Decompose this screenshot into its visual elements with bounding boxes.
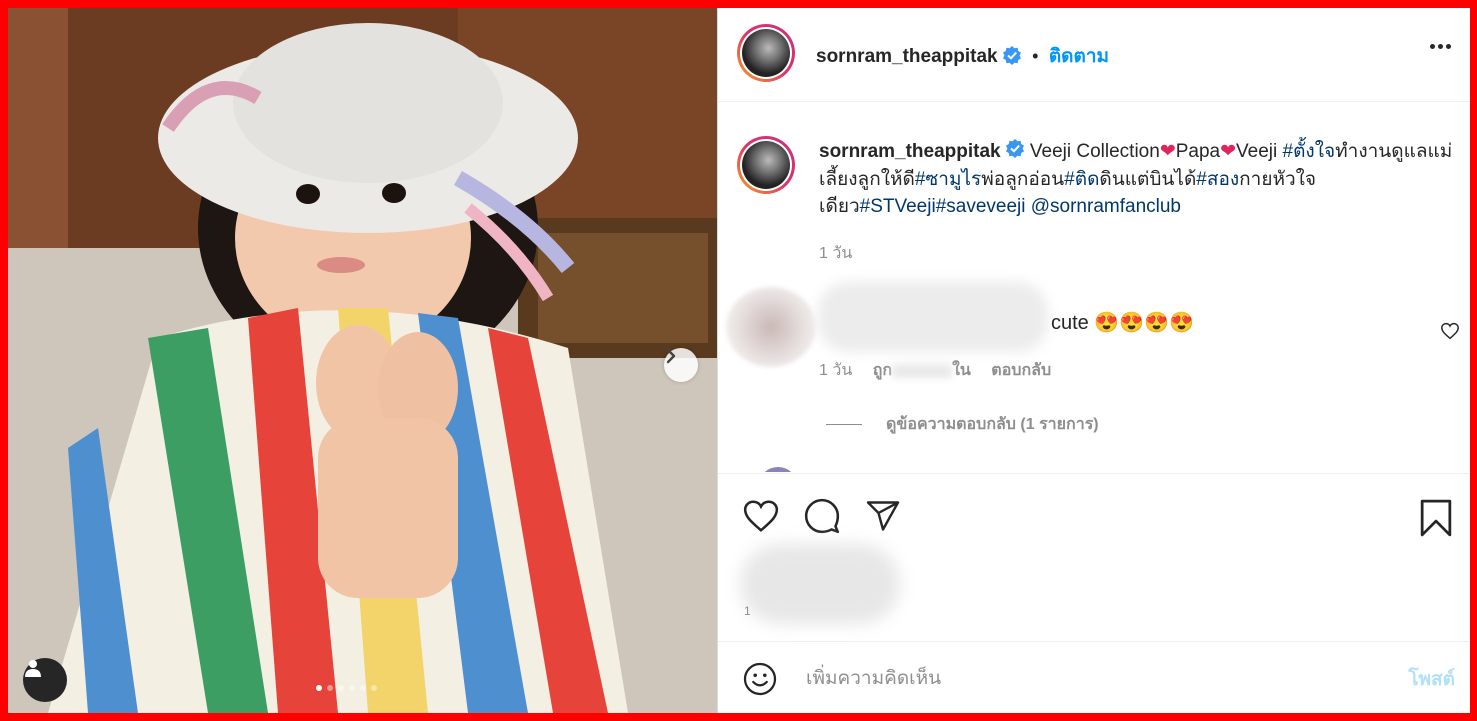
share-button[interactable] bbox=[864, 498, 902, 539]
carousel-dot bbox=[360, 685, 366, 691]
view-replies-button[interactable]: ดูข้อความตอบกลับ (1 รายการ) bbox=[826, 412, 1099, 437]
user-tag-icon bbox=[25, 660, 41, 677]
more-options-button[interactable] bbox=[1430, 44, 1451, 49]
blurred-region bbox=[892, 363, 953, 378]
post-header: sornram_theappitak • ติดตาม bbox=[718, 8, 1470, 102]
caption-username[interactable]: sornram_theappitak bbox=[819, 141, 1001, 162]
post-actions: 1 bbox=[718, 473, 1470, 642]
more-horizontal-icon bbox=[1430, 44, 1435, 49]
next-commenter-avatar[interactable] bbox=[758, 467, 798, 472]
carousel-dot bbox=[371, 685, 377, 691]
caption-text: Veeji Collection bbox=[1029, 141, 1160, 163]
hashtag-link[interactable]: #ตั้งใจ bbox=[1283, 141, 1336, 162]
commenter-avatar[interactable] bbox=[726, 287, 816, 367]
caption-text: Veeji bbox=[1236, 141, 1283, 163]
next-photo-button[interactable] bbox=[664, 348, 698, 382]
header-separator: • bbox=[1032, 46, 1039, 66]
comment-input[interactable] bbox=[804, 664, 1368, 694]
paper-plane-icon bbox=[866, 501, 900, 531]
emoji-smile-icon bbox=[743, 662, 777, 696]
comment-button[interactable] bbox=[803, 497, 841, 540]
commenter-username[interactable] bbox=[818, 282, 1048, 352]
carousel-dot bbox=[349, 685, 355, 691]
carousel-dot bbox=[338, 685, 344, 691]
comment-timestamp[interactable]: 1 วัน bbox=[819, 362, 852, 379]
post-dialog: sornram_theappitak • ติดตาม sornram_thea… bbox=[8, 8, 1470, 713]
mention-link[interactable]: @sornramfanclub bbox=[1031, 196, 1181, 217]
caption-text: พ่อลูกอ่อน bbox=[981, 169, 1065, 190]
heart-emoji-icon: ❤ bbox=[1159, 141, 1176, 163]
comments-list[interactable]: sornram_theappitak Veeji Collection❤Papa… bbox=[718, 102, 1470, 472]
heart-icon bbox=[743, 500, 779, 532]
chevron-right-icon bbox=[666, 348, 676, 364]
comment-likes-suffix: ใน bbox=[952, 362, 971, 379]
bookmark-icon bbox=[1420, 499, 1452, 537]
author-username[interactable]: sornram_theappitak bbox=[816, 46, 998, 67]
heart-emoji-icon: ❤ bbox=[1220, 141, 1237, 163]
heart-outline-icon bbox=[1441, 322, 1459, 340]
post-age-partial: 1 bbox=[744, 604, 751, 618]
photo-illustration bbox=[8, 8, 717, 713]
comment-meta: 1 วัน ถูก ใน ตอบกลับ bbox=[819, 358, 1051, 383]
author-avatar[interactable] bbox=[737, 24, 795, 82]
post-photo[interactable] bbox=[8, 8, 717, 713]
follow-button[interactable]: ติดตาม bbox=[1049, 46, 1109, 67]
caption-author-avatar[interactable] bbox=[737, 136, 795, 194]
verified-badge-icon bbox=[1005, 138, 1025, 166]
carousel-dot bbox=[316, 685, 322, 691]
hashtag-link[interactable]: #ติด bbox=[1064, 169, 1099, 190]
hashtag-link[interactable]: #สอง bbox=[1196, 169, 1239, 190]
reply-button[interactable]: ตอบกลับ bbox=[991, 362, 1051, 379]
add-comment-bar: โพสต์ bbox=[718, 641, 1470, 713]
emoji-button[interactable] bbox=[742, 661, 778, 702]
hashtag-link[interactable]: #ซามูไร bbox=[915, 169, 981, 190]
user-tag-button[interactable] bbox=[23, 658, 67, 702]
hashtag-link[interactable]: #saveveeji bbox=[936, 196, 1026, 217]
verified-badge-icon bbox=[1002, 45, 1022, 70]
hashtag-link[interactable]: #STVeeji bbox=[860, 196, 936, 217]
caption-text: ดินแต่บินได้ bbox=[1099, 169, 1197, 190]
view-replies-label: ดูข้อความตอบกลับ (1 รายการ) bbox=[886, 416, 1099, 433]
caption-timestamp[interactable]: 1 วัน bbox=[819, 240, 1459, 267]
carousel-indicator bbox=[316, 685, 377, 691]
save-button[interactable] bbox=[1418, 498, 1454, 543]
post-comment-button[interactable]: โพสต์ bbox=[1408, 664, 1455, 694]
post-details-pane: sornram_theappitak • ติดตาม sornram_thea… bbox=[717, 8, 1470, 713]
reply-divider bbox=[826, 424, 862, 426]
likes-count-blurred[interactable] bbox=[740, 544, 900, 624]
post-caption: sornram_theappitak Veeji Collection❤Papa… bbox=[819, 138, 1459, 267]
comment-likes[interactable]: ถูก bbox=[873, 362, 892, 379]
comment-text: cute 😍😍😍😍 bbox=[1051, 312, 1194, 334]
like-button[interactable] bbox=[742, 498, 780, 539]
caption-text: Papa bbox=[1175, 141, 1221, 163]
comment-like-button[interactable] bbox=[1440, 322, 1460, 345]
carousel-dot bbox=[327, 685, 333, 691]
comment-icon bbox=[804, 498, 840, 534]
